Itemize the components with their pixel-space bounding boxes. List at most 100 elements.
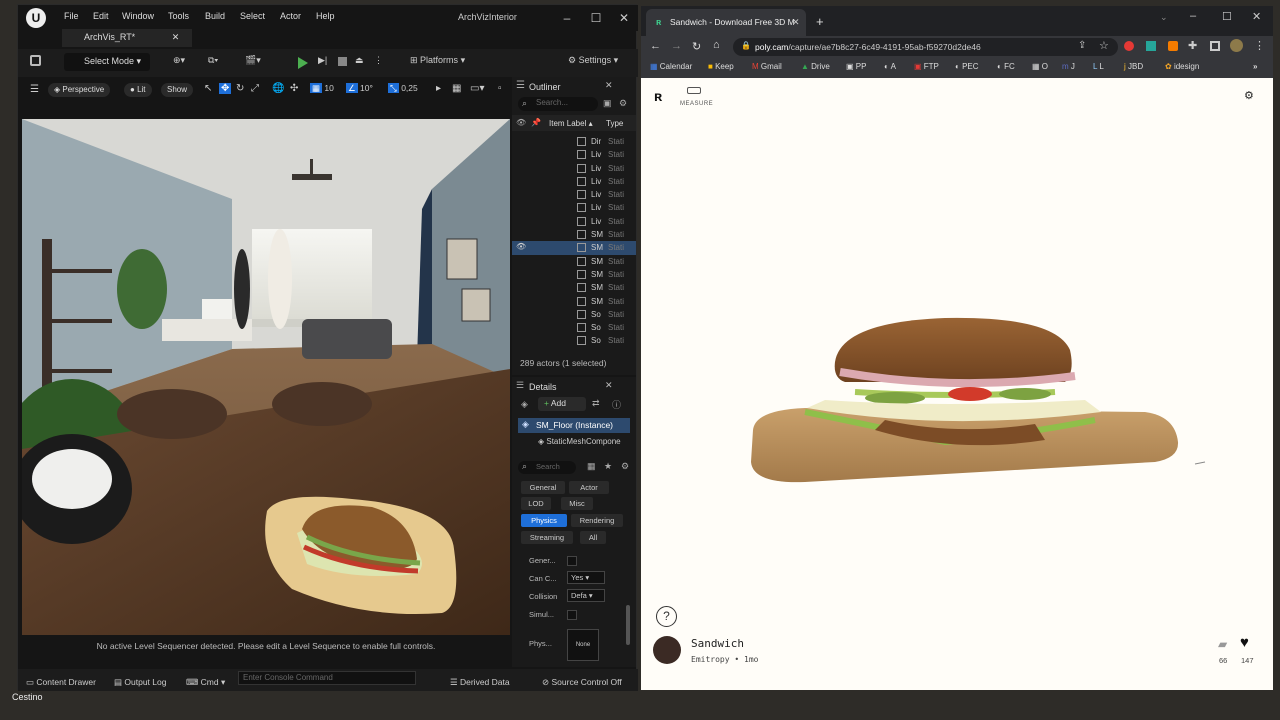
outliner-row[interactable]: So Stati <box>512 308 636 321</box>
heart-icon[interactable]: ♥ <box>1240 634 1249 651</box>
cmd-dropdown[interactable]: ⌨ Cmd ▾ <box>186 677 225 688</box>
cinematics-icon[interactable]: 🎬▾ <box>245 55 261 66</box>
filter-actor[interactable]: Actor <box>569 481 609 494</box>
table-view-icon[interactable]: ▦ <box>587 461 596 472</box>
console-input[interactable]: Enter Console Command <box>238 671 416 685</box>
outliner-row[interactable]: SM Stati <box>512 255 636 268</box>
bookmark-keep[interactable]: ■ Keep <box>708 62 734 71</box>
extensions-puzzle-icon[interactable]: ✚ <box>1188 39 1197 52</box>
outliner-row[interactable]: SM Stati <box>512 228 636 241</box>
col-item-label[interactable]: Item Label ▴ <box>549 119 593 128</box>
generate-checkbox[interactable] <box>567 556 577 566</box>
minimize-icon[interactable]: – <box>1190 10 1196 22</box>
share-icon[interactable]: ⇪ <box>1078 40 1086 51</box>
pin-icon[interactable]: 📌 <box>531 118 541 127</box>
extension-fox-icon[interactable] <box>1168 41 1178 51</box>
close-icon[interactable]: ✕ <box>1252 10 1261 23</box>
filter-streaming[interactable]: Streaming <box>521 531 573 544</box>
outliner-row[interactable]: Liv Stati <box>512 148 636 161</box>
surface-snap-icon[interactable]: ✣ <box>290 83 298 94</box>
bookmark-calendar[interactable]: ▦ Calendar <box>650 62 692 71</box>
profile-avatar[interactable] <box>1230 39 1243 52</box>
rotate-tool-icon[interactable]: ↻ <box>236 83 244 94</box>
bookmark-drive[interactable]: ▲ Drive <box>801 62 830 71</box>
level-viewport[interactable] <box>22 119 510 635</box>
add-folder-icon[interactable]: ▣ <box>603 98 612 109</box>
sidepanel-icon[interactable] <box>1210 41 1220 51</box>
help-button[interactable]: ? <box>656 606 677 627</box>
ruler-icon[interactable] <box>687 87 701 94</box>
close-icon[interactable]: ✕ <box>605 380 613 391</box>
can-character-step-dropdown[interactable]: Yes ▾ <box>567 571 605 584</box>
add-component-button[interactable]: + Add <box>538 397 586 411</box>
filter-general[interactable]: General <box>521 481 565 494</box>
save-folder-icon[interactable]: ▰ <box>1218 637 1227 651</box>
layout-icon[interactable]: ▦ <box>452 83 461 94</box>
author-meta[interactable]: Emitropy • 1mo <box>691 655 758 664</box>
bookmark-a[interactable]: ◐ A <box>884 62 896 71</box>
blueprint-icon[interactable]: ⧉▾ <box>208 55 218 66</box>
more-bookmarks-icon[interactable]: » <box>1253 62 1257 71</box>
lit-button[interactable]: ● Lit <box>124 83 152 97</box>
gear-icon[interactable]: ⚙ <box>619 98 627 109</box>
home-icon[interactable]: ⌂ <box>713 39 720 51</box>
collision-dropdown[interactable]: Defa ▾ <box>567 589 605 602</box>
outliner-row[interactable]: SM Stati <box>512 281 636 294</box>
bookmark-gmail[interactable]: M Gmail <box>752 62 782 71</box>
star-icon[interactable]: ★ <box>604 461 612 472</box>
sandwich-3d-model[interactable] <box>745 312 1215 497</box>
scale-snap-button[interactable]: ⤡ 0,25 <box>388 83 418 94</box>
address-bar[interactable]: poly.cam/capture/ae7b8c27-6c49-4191-95ab… <box>733 38 1118 56</box>
settings-button[interactable]: ⚙ Settings ▾ <box>568 55 618 66</box>
maximize-icon[interactable]: ☐ <box>1222 10 1232 23</box>
bookmark-fc[interactable]: ◐ FC <box>997 62 1015 71</box>
bookmark-idesign[interactable]: ✿ idesign <box>1165 62 1199 71</box>
outliner-row[interactable]: So Stati <box>512 321 636 334</box>
outliner-row[interactable]: So Stati <box>512 334 636 347</box>
content-drawer-button[interactable]: ▭ Content Drawer <box>26 677 96 688</box>
select-tool-icon[interactable]: ↖ <box>204 83 212 94</box>
outliner-row[interactable]: Liv Stati <box>512 175 636 188</box>
output-log-button[interactable]: ▤ Output Log <box>114 677 166 688</box>
outliner-row[interactable]: Liv Stati <box>512 188 636 201</box>
outliner-row[interactable]: Dir Stati <box>512 135 636 148</box>
visibility-icon[interactable]: 👁 <box>516 118 526 127</box>
author-avatar[interactable] <box>653 636 681 664</box>
level-tab[interactable]: ArchVis_RT* ✕ <box>62 29 192 47</box>
outliner-row[interactable]: Liv Stati <box>512 162 636 175</box>
desktop-recycle-bin-label[interactable]: Cestino <box>12 692 43 702</box>
simulate-checkbox[interactable] <box>567 610 577 620</box>
measure-label[interactable]: MEASURE <box>680 101 713 107</box>
extension-teal-icon[interactable] <box>1146 41 1156 51</box>
menu-edit[interactable]: Edit <box>93 11 109 21</box>
close-icon[interactable]: ✕ <box>792 17 800 28</box>
bookmark-ftp[interactable]: ▣ FTP <box>914 62 939 71</box>
outliner-row[interactable]: SM Stati <box>512 295 636 308</box>
filter-rendering[interactable]: Rendering <box>571 514 623 527</box>
menu-actor[interactable]: Actor <box>280 11 301 21</box>
more-icon[interactable]: ⋮ <box>374 55 383 66</box>
bookmark-j[interactable]: m J <box>1062 62 1075 71</box>
outliner-search-input[interactable]: Search... <box>518 97 598 111</box>
filter-all[interactable]: All <box>580 531 606 544</box>
eject-icon[interactable]: ⏏ <box>355 55 364 66</box>
world-icon[interactable]: 🌐 <box>272 83 284 94</box>
bookmark-pec[interactable]: ◐ PEC <box>955 62 979 71</box>
bookmark-pp[interactable]: ▣ PP <box>846 62 866 71</box>
polycam-logo-icon[interactable]: ʀ <box>654 88 662 104</box>
source-control-button[interactable]: ⊘ Source Control Off <box>542 677 622 688</box>
chrome-menu-icon[interactable]: ⋮ <box>1254 39 1265 52</box>
new-tab-icon[interactable]: + <box>816 14 824 29</box>
viewport-layout-icon[interactable]: ▭▾ <box>470 83 484 94</box>
platforms-button[interactable]: ⊞ Platforms ▾ <box>410 55 465 66</box>
gear-icon[interactable]: ⚙ <box>621 461 629 472</box>
outliner-row[interactable]: Liv Stati <box>512 215 636 228</box>
bookmark-l[interactable]: L L <box>1093 62 1104 71</box>
ar-icon[interactable]: ⚙ <box>1244 89 1254 102</box>
camera-speed-icon[interactable]: ▸ <box>436 83 441 94</box>
bookmark-o[interactable]: ▦ O <box>1032 62 1048 71</box>
forward-icon[interactable]: → <box>671 40 682 52</box>
col-type[interactable]: Type <box>606 119 623 128</box>
back-icon[interactable]: ← <box>650 40 661 52</box>
perspective-button[interactable]: ◈ Perspective <box>48 83 111 97</box>
